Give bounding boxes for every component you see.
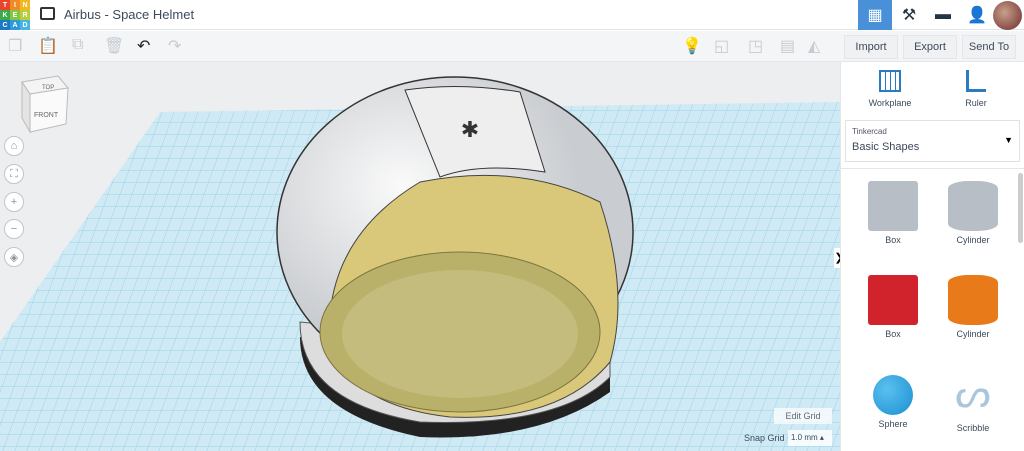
ruler-label: Ruler xyxy=(965,98,987,108)
shape-label: Cylinder xyxy=(956,329,990,339)
note-icon[interactable]: ◱ xyxy=(714,36,729,56)
trash-icon[interactable]: 🗑 xyxy=(104,36,124,56)
viewcube-top: TOP xyxy=(42,85,54,91)
snap-grid-label: Snap Grid xyxy=(744,433,785,443)
bricks-icon[interactable]: ▬ xyxy=(926,0,960,30)
perspective-icon[interactable]: ◈ xyxy=(4,247,24,267)
logo-letter: A xyxy=(10,20,20,30)
box-icon xyxy=(868,275,918,325)
edit-grid-button[interactable]: Edit Grid xyxy=(774,408,832,424)
library-name: Basic Shapes xyxy=(852,141,920,153)
align-icon[interactable]: ▤ xyxy=(780,36,795,56)
scrollbar[interactable] xyxy=(1018,173,1023,243)
sphere-icon xyxy=(873,375,913,415)
cylinder-icon xyxy=(948,275,998,325)
scribble-icon: ᔕ xyxy=(955,372,991,416)
view-cube[interactable]: TOP FRONT xyxy=(21,75,69,134)
snap-grid-select[interactable]: 1.0 mm ▴ xyxy=(788,430,832,446)
logo-letter: D xyxy=(20,20,30,30)
shape-label: Box xyxy=(885,235,901,245)
shape-list: Box Cylinder Box Cylinder Sphere ᔕ Scribb… xyxy=(841,168,1024,451)
workplane-scene: ✱ TOP FRONT xyxy=(0,75,840,451)
lightbulb-icon[interactable]: 💡 xyxy=(682,36,702,56)
workplane-label: Workplane xyxy=(868,98,912,108)
send-to-button[interactable]: Send To xyxy=(962,35,1016,59)
shape-cylinder-gray[interactable]: Cylinder xyxy=(933,181,1013,245)
shape-scribble[interactable]: ᔕ Scribble xyxy=(933,369,1013,433)
tinkercad-logo[interactable]: T I N K E R C A D xyxy=(0,0,30,30)
shape-label: Sphere xyxy=(878,419,908,429)
export-button[interactable]: Export xyxy=(903,35,957,59)
grid-view-icon[interactable]: ▦ xyxy=(858,0,892,30)
library-dropdown[interactable]: Tinkercad Basic Shapes ▼ xyxy=(845,120,1020,162)
library-source: Tinkercad xyxy=(852,127,887,136)
add-user-icon[interactable]: 👤 xyxy=(960,0,994,30)
shape-label: Scribble xyxy=(956,423,990,433)
top-bar: T I N K E R C A D Airbus - Space Helmet … xyxy=(0,0,1024,30)
viewcube-front: FRONT xyxy=(34,112,59,119)
shape-sphere[interactable]: Sphere xyxy=(853,369,933,429)
svg-text:✱: ✱ xyxy=(461,117,479,142)
fit-view-icon[interactable]: ⛶ xyxy=(4,164,24,184)
workplane-shape-icon[interactable]: ◳ xyxy=(748,36,763,56)
shape-box-gray[interactable]: Box xyxy=(853,181,933,245)
logo-letter: I xyxy=(10,0,20,10)
zoom-out-icon[interactable]: − xyxy=(4,219,24,239)
shape-label: Box xyxy=(885,329,901,339)
avatar[interactable] xyxy=(993,1,1022,30)
cylinder-icon xyxy=(948,181,998,231)
duplicate-icon[interactable]: ⧉ xyxy=(72,36,83,54)
paste-icon[interactable]: 📋 xyxy=(38,36,58,56)
shape-label: Cylinder xyxy=(956,235,990,245)
logo-letter: N xyxy=(20,0,30,10)
workplane-button[interactable]: Workplane xyxy=(865,70,915,108)
workplane-icon xyxy=(879,70,901,92)
toolbar: ❐ 📋 ⧉ 🗑 ↶ ↷ 💡 ◱ ◳ ▤ ◭ Import Export Send… xyxy=(0,31,1024,62)
shape-cylinder-orange[interactable]: Cylinder xyxy=(933,275,1013,339)
right-panel: Workplane Ruler Tinkercad Basic Shapes ▼… xyxy=(840,62,1024,451)
undo-icon[interactable]: ↶ xyxy=(137,36,150,56)
design-list-icon[interactable] xyxy=(40,7,55,20)
box-icon xyxy=(868,181,918,231)
chevron-down-icon: ▼ xyxy=(1004,135,1013,145)
pickaxe-icon[interactable]: ⚒ xyxy=(892,0,926,30)
logo-letter: C xyxy=(0,20,10,30)
import-button[interactable]: Import xyxy=(844,35,898,59)
mirror-icon[interactable]: ◭ xyxy=(808,36,820,56)
snap-grid-value: 1.0 mm xyxy=(791,433,818,442)
copy-icon[interactable]: ❐ xyxy=(8,36,22,56)
logo-letter: T xyxy=(0,0,10,10)
redo-icon[interactable]: ↷ xyxy=(168,36,181,56)
zoom-in-icon[interactable]: + xyxy=(4,192,24,212)
home-view-icon[interactable]: ⌂ xyxy=(4,136,24,156)
shape-box-red[interactable]: Box xyxy=(853,275,933,339)
design-title[interactable]: Airbus - Space Helmet xyxy=(64,7,194,22)
logo-letter: K xyxy=(0,10,10,20)
3d-viewport[interactable]: ✱ TOP FRONT ⌂ ⛶ + − ◈ ❯ Edit Grid Snap G… xyxy=(0,62,840,451)
logo-letter: R xyxy=(20,10,30,20)
logo-letter: E xyxy=(10,10,20,20)
ruler-button[interactable]: Ruler xyxy=(951,70,1001,108)
ruler-icon xyxy=(966,70,986,92)
